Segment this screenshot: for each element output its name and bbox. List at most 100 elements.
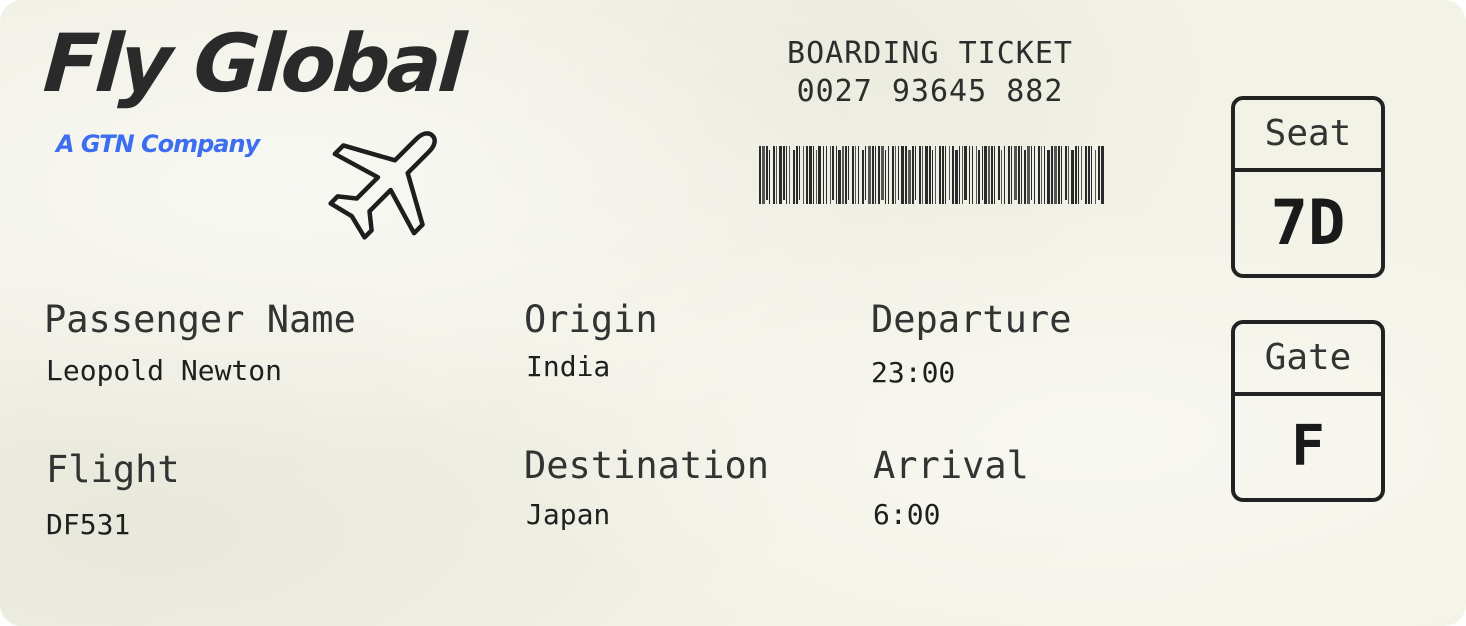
barcode-bar — [901, 146, 904, 204]
barcode-bar — [1004, 146, 1005, 204]
barcode-bar — [848, 146, 849, 200]
barcode-bar — [855, 146, 856, 204]
barcode-bar — [836, 146, 837, 204]
seat-value: 7D — [1270, 186, 1346, 259]
barcode-bar — [1078, 146, 1079, 204]
barcode-bar — [984, 146, 987, 204]
barcode-bar — [949, 146, 950, 200]
barcode-bar — [779, 146, 782, 204]
origin-value: India — [526, 350, 611, 383]
origin-label: Origin — [524, 298, 658, 341]
barcode-bar — [1061, 146, 1062, 204]
barcode-bar — [773, 146, 775, 204]
barcode-bar — [1071, 150, 1074, 204]
barcode-bar — [816, 150, 817, 204]
barcode-bar — [799, 146, 800, 200]
barcode-bar — [813, 146, 814, 204]
barcode-bar — [845, 146, 847, 204]
passenger-name-label: Passenger Name — [44, 298, 356, 341]
ticket-header: BOARDING TICKET 0027 93645 882 — [730, 36, 1130, 112]
barcode-bar — [852, 146, 854, 204]
barcode-bar — [809, 146, 812, 204]
departure-value: 23:00 — [871, 356, 956, 389]
barcode-bar — [912, 146, 914, 204]
barcode-bar — [830, 146, 831, 204]
barcode-bar — [962, 146, 963, 204]
barcode-bar — [1018, 146, 1020, 204]
barcode-bar — [818, 146, 821, 204]
barcode-bar — [1058, 146, 1060, 204]
barcode-bar — [1031, 146, 1032, 200]
barcode-bar — [1008, 146, 1010, 204]
boarding-ticket: Fly Global A GTN Company BOARDING TICKET… — [0, 0, 1466, 626]
seat-label: Seat — [1235, 100, 1381, 172]
airplane-icon — [328, 131, 437, 240]
barcode-bar — [922, 146, 923, 204]
barcode-bar — [998, 146, 1000, 200]
barcode-bar — [1034, 146, 1035, 204]
barcode-bar — [1038, 146, 1040, 204]
barcode-bar — [952, 146, 954, 204]
barcode-bar — [905, 146, 907, 204]
barcode-bar — [898, 146, 899, 200]
barcode-bar — [858, 146, 859, 204]
barcode-bar — [888, 146, 889, 204]
barcode-bar — [1095, 150, 1096, 204]
barcode-bar — [1098, 146, 1100, 200]
barcode-bar — [994, 146, 995, 204]
barcode-bar — [982, 146, 983, 200]
gate-label: Gate — [1235, 324, 1381, 396]
barcode-bar — [955, 150, 958, 204]
barcode-bar — [892, 146, 894, 204]
barcode-bar — [1014, 146, 1017, 200]
barcode-bar — [826, 146, 827, 204]
barcode-bar — [942, 146, 944, 204]
barcode-bar — [872, 146, 874, 204]
barcode-bar — [915, 146, 916, 200]
barcode-bar — [964, 146, 967, 200]
barcode-bar — [1044, 146, 1045, 204]
barcode-bar — [1047, 150, 1050, 204]
barcode-bar — [865, 146, 866, 200]
barcode-bar — [925, 146, 928, 204]
barcode-bar — [1065, 146, 1067, 200]
barcode-bar — [1041, 146, 1042, 204]
barcode-bar — [1081, 146, 1082, 200]
passenger-name-value: Leopold Newton — [46, 354, 283, 387]
destination-label: Destination — [524, 444, 770, 487]
barcode-bar — [919, 146, 921, 204]
barcode-bar — [978, 150, 980, 204]
barcode-bar — [1024, 150, 1026, 204]
barcode-bar — [932, 150, 933, 204]
arrival-value: 6:00 — [873, 498, 941, 531]
barcode-bar — [1051, 146, 1053, 204]
barcode-bar — [776, 146, 777, 204]
barcode-bar — [862, 150, 864, 204]
barcode-bar — [762, 146, 765, 204]
barcode-bar — [1091, 146, 1092, 204]
barcode-bar — [881, 146, 884, 200]
gate-value: F — [1291, 414, 1325, 479]
barcode-bar — [1027, 146, 1030, 204]
gate-box: Gate F — [1231, 320, 1385, 502]
barcode-bar — [783, 146, 785, 200]
barcode-bar — [885, 150, 886, 204]
barcode-bar — [878, 146, 880, 204]
flight-label: Flight — [46, 448, 180, 491]
barcode-bar — [908, 150, 911, 204]
barcode-bar — [895, 146, 896, 204]
barcode-bar — [976, 146, 977, 204]
flight-value: DF531 — [46, 508, 131, 541]
barcode-bar — [1101, 146, 1104, 204]
barcode-bar — [929, 146, 931, 204]
barcode-bar — [1088, 146, 1090, 204]
barcode-bar — [969, 146, 970, 204]
barcode-bar — [1054, 146, 1057, 204]
barcode-bar — [786, 146, 787, 204]
barcode-bar — [838, 150, 841, 204]
barcode-bar — [988, 146, 990, 204]
barcode-bar — [959, 146, 960, 204]
barcode — [759, 146, 1104, 204]
barcode-bar — [803, 146, 804, 204]
barcode-bar — [806, 146, 808, 204]
